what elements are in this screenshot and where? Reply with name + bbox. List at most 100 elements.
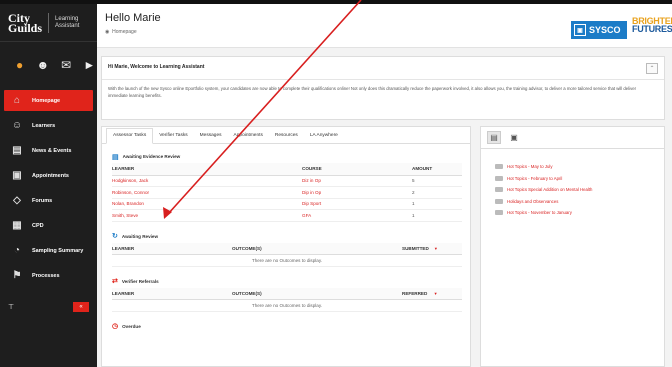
tab-messages[interactable]: Messages [194, 133, 228, 143]
news-item[interactable]: Hot Topics - May to July [495, 161, 664, 173]
amount-cell: 5 [412, 175, 462, 187]
megaphone-icon[interactable]: ► [82, 58, 97, 72]
news-panel: ▤ ▣ Hot Topics - May to July Hot Topics … [480, 126, 665, 367]
sort-caret-icon[interactable]: ▼ [434, 246, 438, 251]
column-header[interactable]: LEARNER [112, 287, 232, 300]
calendar-tab-icon[interactable]: ▣ [507, 131, 521, 144]
news-tab-icon[interactable]: ▤ [487, 131, 501, 144]
logo[interactable]: City Guilds Learning Assistant [0, 4, 97, 42]
evidence-table: LEARNER COURSE AMOUNT Hodgkinson, Jack D… [112, 163, 462, 222]
news-item[interactable]: Hot Topics Special Addition on Mental He… [495, 184, 664, 196]
page-header: Hello Marie ◉ Homepage ▣ SYSCO BRIGHTER … [97, 4, 672, 48]
table-header-row: LEARNER COURSE AMOUNT [112, 163, 462, 176]
sidebar-item-forums[interactable]: ◇ Forums [0, 188, 97, 213]
course-link[interactable]: Dip Sport [302, 198, 412, 210]
home-icon: ⌂ [13, 95, 21, 106]
sysco-logo: ▣ SYSCO [571, 21, 627, 39]
welcome-divider [102, 79, 664, 80]
group-icon[interactable]: ☻ [35, 58, 50, 72]
collapse-sidebar-button[interactable]: « [73, 302, 89, 312]
avatar-icon[interactable]: ● [12, 58, 27, 72]
breadcrumb: ◉ Homepage [105, 29, 137, 35]
sidebar-item-homepage[interactable]: ⌂ Homepage [4, 90, 93, 111]
tab-assessor-tasks[interactable]: Assessor Tasks [106, 128, 154, 144]
breadcrumb-home-icon[interactable]: ◉ [105, 29, 109, 35]
news-list: Hot Topics - May to July Hot Topics - Fe… [481, 149, 664, 219]
sidebar-item-learners[interactable]: ☺ Learners [0, 113, 97, 138]
table-row: There are no Outcomes to display. [112, 299, 462, 312]
column-header[interactable]: AMOUNT [412, 163, 462, 176]
swap-icon: ⇄ [112, 278, 118, 285]
column-header[interactable]: SUBMITTED ▼ [402, 242, 462, 255]
document-icon: ▤ [112, 153, 119, 161]
table-row: Smith, Steve GFA 1 [112, 209, 462, 222]
learner-link[interactable]: Robinson, Connor [112, 186, 302, 199]
user-toolbar: ● ☻ ✉ ► [0, 42, 97, 88]
news-item[interactable]: Holidays and Observances [495, 196, 664, 208]
course-link[interactable]: GFA [302, 209, 412, 222]
column-header[interactable]: REFERRED ▼ [402, 287, 462, 300]
inbox-icon[interactable]: ✉ [59, 58, 74, 72]
sidebar: City Guilds Learning Assistant ● ☻ ✉ ► ⌂… [0, 4, 97, 367]
tab-resources[interactable]: Resources [269, 133, 304, 143]
tab-la-anywhere[interactable]: LA Anywhere [304, 133, 344, 143]
brighter-futures-logo: BRIGHTER FUTURES [632, 16, 672, 34]
logo-divider [48, 12, 50, 33]
section-verifier-referrals: ⇄ Verifier Referrals [112, 278, 159, 285]
course-link[interactable]: Diz in Op [302, 175, 412, 187]
learner-link[interactable]: Nolan, Brandon [112, 198, 302, 210]
section-awaiting-review: ↻ Awaiting Review [112, 233, 159, 240]
news-icon: ▤ [12, 145, 22, 156]
column-header[interactable]: LEARNER [112, 242, 232, 255]
amount-cell: 2 [412, 186, 462, 199]
learner-link[interactable]: Smith, Steve [112, 209, 302, 222]
refresh-icon: ↻ [112, 233, 118, 240]
welcome-panel: Hi Marie, Welcome to Learning Assistant … [101, 56, 665, 120]
table-row: Robinson, Connor Dip in Op 2 [112, 186, 462, 199]
flag-icon: ⚑ [12, 270, 22, 281]
tab-verifier-tasks[interactable]: Verifier Tasks [153, 133, 193, 143]
tab-appointments[interactable]: Appointments [228, 133, 269, 143]
clock-icon: ◷ [112, 323, 119, 330]
learner-link[interactable]: Hodgkinson, Jack [112, 175, 302, 187]
table-header-row: LEARNER OUTCOME(S) SUBMITTED ▼ [112, 242, 462, 255]
column-header[interactable]: LEARNER [112, 163, 302, 176]
breadcrumb-homepage[interactable]: Homepage [112, 29, 136, 35]
referrals-table: LEARNER OUTCOME(S) REFERRED ▼ There are … [112, 287, 462, 312]
section-awaiting-evidence: ▤ Awaiting Evidence Review [112, 153, 181, 161]
sort-caret-icon[interactable]: ▼ [434, 291, 438, 296]
column-header[interactable]: OUTCOME(S) [232, 242, 402, 255]
collapse-welcome-button[interactable]: ⌃ [646, 63, 658, 74]
sidebar-item-news-events[interactable]: ▤ News & Events [0, 138, 97, 163]
pin-icon[interactable]: ⊤ [8, 303, 14, 311]
news-item[interactable]: Hot Topics - February to April [495, 173, 664, 185]
table-row: There are no Outcomes to display. [112, 254, 462, 267]
column-header[interactable]: COURSE [302, 163, 412, 176]
sidebar-item-appointments[interactable]: ▣ Appointments [0, 163, 97, 188]
page-title: Hello Marie [105, 12, 161, 24]
review-table: LEARNER OUTCOME(S) SUBMITTED ▼ There are… [112, 242, 462, 267]
sidebar-item-cpd[interactable]: ▦ CPD [0, 213, 97, 238]
news-tabs: ▤ ▣ [481, 127, 664, 149]
chat-icon: ◇ [13, 195, 21, 206]
app-name: Learning Assistant [55, 15, 80, 29]
brand-logo: City Guilds [8, 10, 43, 35]
welcome-body: With the launch of the new Sysco online … [108, 86, 637, 98]
news-item-icon [495, 187, 503, 193]
calendar-icon: ▣ [12, 170, 22, 181]
sidebar-item-sampling-summary[interactable]: ◔ Sampling Summary [0, 238, 97, 263]
sysco-mark-icon: ▣ [574, 24, 586, 36]
amount-cell: 1 [412, 198, 462, 210]
empty-message: There are no Outcomes to display. [112, 254, 462, 267]
sidebar-item-processes[interactable]: ⚑ Processes [0, 263, 97, 288]
people-icon: ☺ [11, 120, 23, 131]
news-item-icon [495, 164, 503, 170]
column-header[interactable]: OUTCOME(S) [232, 287, 402, 300]
news-item-icon [495, 175, 503, 181]
amount-cell: 1 [412, 209, 462, 222]
welcome-title: Hi Marie, Welcome to Learning Assistant [108, 64, 205, 70]
course-link[interactable]: Dip in Op [302, 186, 412, 199]
sidebar-footer: ⊤ « [0, 301, 97, 313]
news-item[interactable]: Hot Topics - November to January [495, 207, 664, 219]
sidebar-nav: ⌂ Homepage ☺ Learners ▤ News & Events ▣ Appo… [0, 90, 97, 288]
